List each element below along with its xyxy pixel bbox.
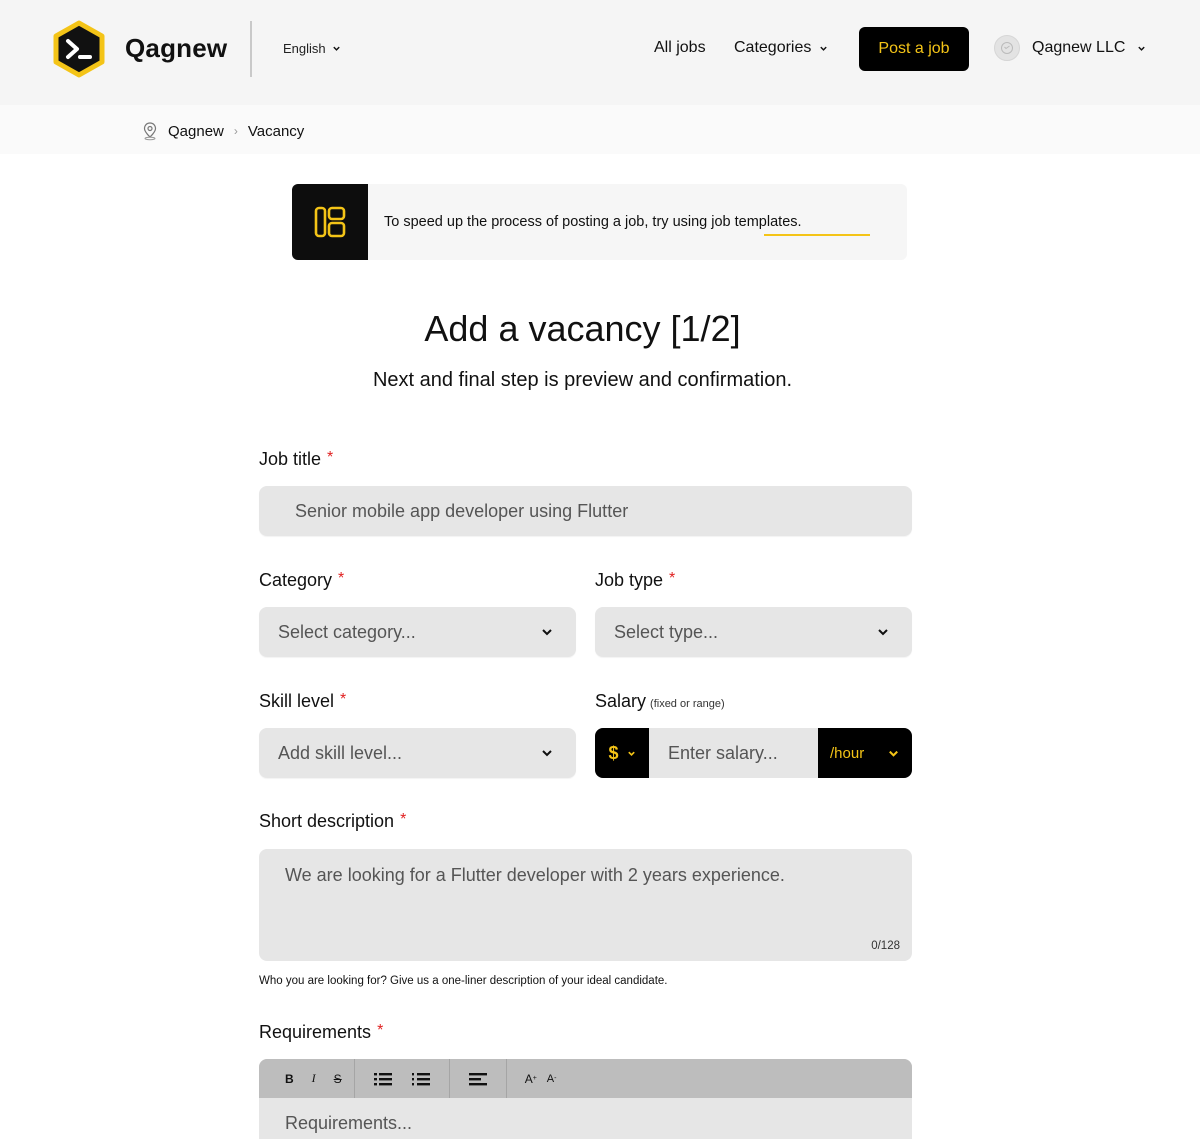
- header-divider: [250, 21, 252, 77]
- company-name: Qagnew LLC: [1032, 39, 1126, 56]
- short-description-value: We are looking for a Flutter developer w…: [285, 865, 785, 885]
- chevron-down-icon: [332, 46, 340, 51]
- italic-button[interactable]: I: [312, 1071, 316, 1086]
- salary-field: $ Enter salary... /hour: [595, 728, 912, 778]
- required-mark: *: [327, 449, 334, 466]
- category-placeholder: Select category...: [278, 621, 416, 642]
- increase-font-label: A: [524, 1071, 533, 1086]
- nav-categories-label: Categories: [734, 39, 812, 56]
- page-subtitle: Next and final step is preview and confi…: [372, 369, 793, 391]
- banner-text-before: To speed up the process of posting a job…: [384, 214, 735, 230]
- breadcrumb-separator: ›: [233, 124, 238, 138]
- salary-placeholder: Enter salary...: [668, 742, 778, 763]
- toolbar-list-group: [355, 1059, 450, 1098]
- templates-link[interactable]: templates: [735, 214, 798, 230]
- job-type-select[interactable]: Select type...: [595, 607, 912, 657]
- salary-label: Salary (fixed or range): [595, 691, 725, 712]
- job-type-label-text: Job type: [595, 570, 664, 590]
- salary-unit: /hour: [830, 744, 865, 762]
- short-description-label: Short description *: [259, 811, 406, 832]
- increase-font-button[interactable]: A +: [525, 1072, 537, 1086]
- chevron-down-icon: [820, 46, 828, 51]
- salary-label-text: Salary: [595, 691, 647, 711]
- chevron-down-icon: [889, 750, 898, 757]
- required-mark: *: [377, 1022, 384, 1039]
- skill-level-label: Skill level *: [259, 691, 346, 712]
- bold-button[interactable]: B: [285, 1072, 294, 1086]
- requirements-label-text: Requirements: [259, 1022, 372, 1042]
- toolbar-align-group: [450, 1059, 507, 1098]
- avatar: [994, 35, 1020, 61]
- required-mark: *: [669, 570, 676, 587]
- banner-text: To speed up the process of posting a job…: [384, 214, 802, 230]
- short-description-label-text: Short description: [259, 811, 395, 831]
- job-title-value: Senior mobile app developer using Flutte…: [295, 500, 629, 521]
- language-label: English: [283, 41, 326, 56]
- align-left-icon[interactable]: [468, 1071, 488, 1087]
- job-title-label: Job title *: [259, 449, 333, 470]
- currency-select[interactable]: $: [595, 728, 649, 778]
- chevron-down-icon: [542, 750, 552, 757]
- company-menu[interactable]: Qagnew LLC: [994, 35, 1146, 61]
- skill-level-select[interactable]: Add skill level...: [259, 728, 576, 778]
- category-label: Category *: [259, 570, 344, 591]
- job-title-label-text: Job title: [259, 449, 322, 469]
- salary-unit-select[interactable]: /hour: [818, 728, 912, 778]
- brand-name[interactable]: Qagnew: [125, 33, 227, 64]
- currency-symbol: $: [608, 742, 619, 763]
- skill-level-label-text: Skill level: [259, 691, 335, 711]
- requirements-placeholder[interactable]: Requirements...: [285, 1113, 412, 1134]
- toolbar-text-style-group: B I S: [259, 1059, 355, 1098]
- logo-icon[interactable]: [51, 20, 107, 78]
- editor-toolbar: B I S A + A -: [259, 1059, 912, 1098]
- requirements-editor: B I S A + A - Requirements...: [259, 1059, 912, 1139]
- templates-icon: [292, 184, 368, 260]
- chevron-down-icon: [542, 629, 552, 636]
- decrease-font-button[interactable]: A-: [547, 1073, 557, 1085]
- toolbar-font-size-group: A + A-: [507, 1059, 575, 1098]
- strikethrough-button[interactable]: S: [334, 1072, 342, 1086]
- chevron-down-icon: [627, 751, 635, 756]
- location-pin-icon: [143, 122, 157, 141]
- job-title-input[interactable]: Senior mobile app developer using Flutte…: [259, 486, 912, 536]
- requirements-label: Requirements *: [259, 1022, 383, 1043]
- chevron-down-icon: [1138, 46, 1146, 51]
- language-selector[interactable]: English: [283, 41, 341, 56]
- salary-note: (fixed or range): [650, 698, 725, 710]
- category-label-text: Category: [259, 570, 333, 590]
- required-mark: *: [338, 570, 345, 587]
- decrease-font-label: A: [546, 1072, 555, 1085]
- salary-input[interactable]: Enter salary...: [649, 728, 818, 778]
- bullet-list-icon[interactable]: [373, 1071, 393, 1087]
- breadcrumb: Qagnew › Vacancy: [142, 121, 304, 141]
- post-job-button[interactable]: Post a job: [859, 27, 969, 71]
- character-counter: 0/128: [871, 940, 900, 952]
- required-mark: *: [400, 811, 407, 828]
- templates-banner: To speed up the process of posting a job…: [292, 184, 907, 260]
- top-header: Qagnew English All jobs Categories Post …: [0, 0, 1200, 105]
- short-description-textarea[interactable]: We are looking for a Flutter developer w…: [259, 849, 912, 961]
- breadcrumb-home[interactable]: Qagnew: [168, 123, 224, 140]
- skill-level-placeholder: Add skill level...: [278, 742, 403, 763]
- required-mark: *: [340, 691, 347, 708]
- nav-categories[interactable]: Categories: [734, 39, 828, 57]
- templates-link-underline: [764, 234, 870, 236]
- job-type-placeholder: Select type...: [614, 621, 719, 642]
- category-select[interactable]: Select category...: [259, 607, 576, 657]
- page-title: Add a vacancy [1/2]: [424, 308, 741, 349]
- nav-all-jobs[interactable]: All jobs: [654, 39, 706, 57]
- numbered-list-icon[interactable]: [411, 1071, 431, 1087]
- banner-text-after: .: [797, 214, 802, 230]
- short-description-hint: Who you are looking for? Give us a one-l…: [259, 975, 668, 987]
- avatar-placeholder-icon: [1001, 42, 1013, 54]
- job-type-label: Job type *: [595, 570, 675, 591]
- chevron-down-icon: [878, 629, 888, 636]
- breadcrumb-bar: Qagnew › Vacancy: [0, 105, 1200, 154]
- breadcrumb-current: Vacancy: [247, 122, 305, 140]
